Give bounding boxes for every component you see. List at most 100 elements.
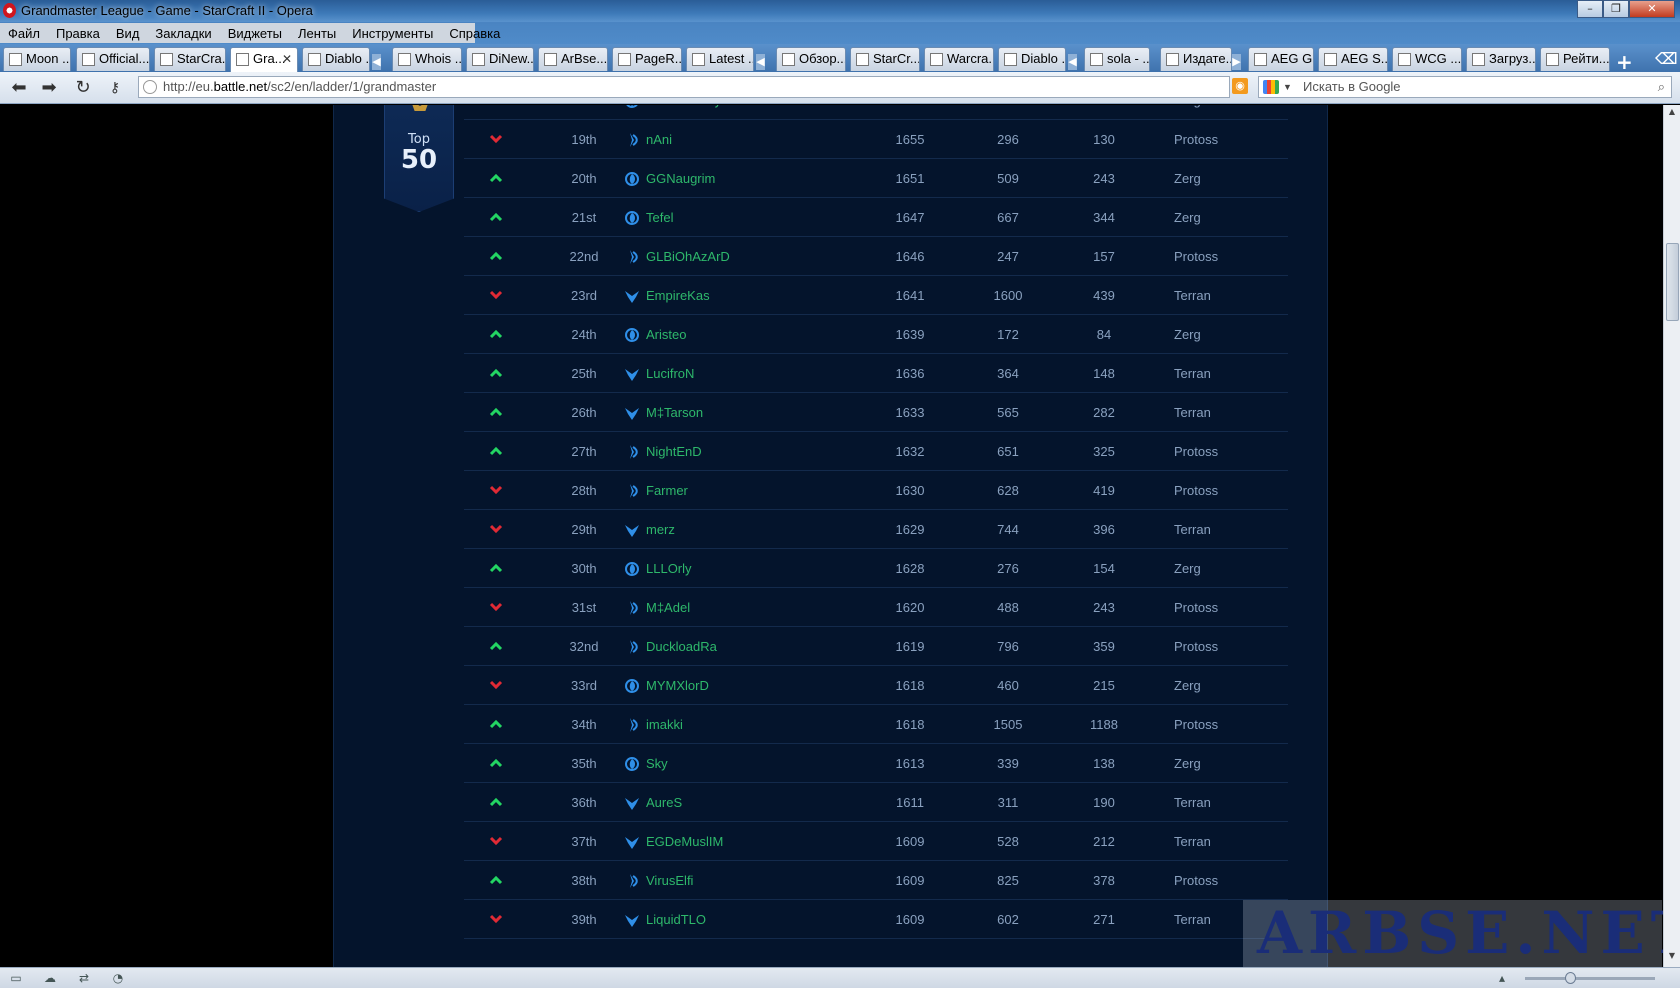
rank: 20th xyxy=(571,171,597,186)
speed-dial-icon[interactable]: ◔ xyxy=(110,971,126,985)
scroll-up-icon[interactable]: ▲ xyxy=(1666,107,1678,121)
tab[interactable]: StarCra... xyxy=(154,47,226,71)
player-name-link[interactable]: Farmer xyxy=(646,471,688,510)
page-icon xyxy=(160,53,173,66)
maximize-button[interactable]: ❐ xyxy=(1603,0,1629,18)
player-name-link[interactable]: Sky xyxy=(646,744,668,783)
tab[interactable]: Moon ... xyxy=(3,47,71,71)
player-name-link[interactable]: GLBiOhAzArD xyxy=(646,237,730,276)
player-name-link[interactable]: GGNaugrim xyxy=(646,159,715,198)
share-icon[interactable]: ⇄ xyxy=(76,971,92,985)
back-icon[interactable]: ⬅ xyxy=(8,77,30,99)
tab-scroll-left-icon[interactable]: ◀ xyxy=(1068,54,1077,70)
tab[interactable]: Рейти... xyxy=(1540,47,1610,71)
player-name-link[interactable]: EmpireKas xyxy=(646,276,710,315)
player-name-link[interactable]: M‡Tarson xyxy=(646,393,703,432)
player-name-link[interactable]: nAni xyxy=(646,120,672,159)
tab[interactable]: Обзор... xyxy=(776,47,846,71)
tab[interactable]: sola - ... xyxy=(1084,47,1150,71)
tab[interactable]: WCG ... xyxy=(1392,47,1462,71)
player-name-link[interactable]: AureS xyxy=(646,783,682,822)
player-name-link[interactable]: NightEnD xyxy=(646,432,702,471)
tab[interactable]: Official... xyxy=(76,47,150,71)
race: Zerg xyxy=(1174,210,1201,225)
search-input[interactable]: ▼ Искать в Google ⌕ xyxy=(1258,76,1672,98)
reload-icon[interactable]: ↻ xyxy=(72,77,94,99)
player-name-link[interactable]: LiquidTLO xyxy=(646,900,706,939)
player-name-link[interactable]: LucifroN xyxy=(646,354,694,393)
player-name-link[interactable]: imbaLoWeLy xyxy=(646,105,721,120)
panel-toggle-icon[interactable]: ▭ xyxy=(8,971,24,985)
page-icon xyxy=(1546,53,1559,66)
vertical-scrollbar[interactable]: ▲ ▼ xyxy=(1663,105,1680,967)
player-name-link[interactable]: merz xyxy=(646,510,675,549)
menu-edit[interactable]: Правка xyxy=(48,26,108,41)
tab[interactable]: DiNew... xyxy=(466,47,534,71)
losses: 84 xyxy=(1096,327,1112,342)
search-icon[interactable]: ⌕ xyxy=(1658,77,1665,97)
race: Protoss xyxy=(1174,639,1219,654)
tab[interactable]: PageR... xyxy=(612,47,682,71)
address-bar: ⬅ ➡ ↻ ⚷ http://eu.battle.net/sc2/en/ladd… xyxy=(0,72,1680,104)
tab-label: Whois ... xyxy=(415,51,462,66)
tab[interactable]: Latest ... xyxy=(686,47,754,71)
terran-icon xyxy=(624,822,640,850)
player-name-link[interactable]: MYMXlorD xyxy=(646,666,709,705)
close-button[interactable]: ✕ xyxy=(1629,0,1675,18)
player-name-link[interactable]: EGDeMuslIM xyxy=(646,822,723,861)
rss-feed-icon[interactable]: ◉ xyxy=(1232,78,1248,94)
tab[interactable]: ArBse.... xyxy=(538,47,608,71)
player-name-link[interactable]: Aristeo xyxy=(646,315,686,354)
tab-active[interactable]: Gra... ✕ xyxy=(230,47,298,72)
tab[interactable]: StarCr... xyxy=(850,47,920,71)
unite-icon[interactable]: ☁ xyxy=(42,971,58,985)
losses: 1188 xyxy=(1090,717,1118,732)
tab[interactable]: AEG S... xyxy=(1318,47,1388,71)
player-name-link[interactable]: Tefel xyxy=(646,198,673,237)
tab[interactable]: Warcra... xyxy=(924,47,994,71)
player-name-link[interactable]: DuckloadRa xyxy=(646,627,717,666)
title-bar: Grandmaster League - Game - StarCraft II… xyxy=(0,0,1680,22)
player-name-link[interactable]: imakki xyxy=(646,705,683,744)
arrow-up-icon xyxy=(489,861,505,885)
tab[interactable]: Загруз... xyxy=(1466,47,1536,71)
tab[interactable]: Diablo ... xyxy=(302,47,370,71)
tab-scroll-left-icon[interactable]: ◀ xyxy=(372,54,381,70)
close-tab-icon[interactable]: ✕ xyxy=(282,48,292,70)
new-tab-icon[interactable]: + xyxy=(1616,50,1633,74)
scroll-thumb[interactable] xyxy=(1666,243,1679,321)
minimize-button[interactable]: – xyxy=(1577,0,1603,18)
menu-tools[interactable]: Инструменты xyxy=(344,26,441,41)
trash-icon[interactable]: ⌫ xyxy=(1655,49,1678,68)
url-path: /sc2/en/ladder/1/grandmaster xyxy=(267,79,437,94)
losses: 419 xyxy=(1093,483,1115,498)
google-icon[interactable] xyxy=(1263,80,1279,94)
tab[interactable]: Diablo ... xyxy=(998,47,1066,71)
player-name-link[interactable]: M‡Adel xyxy=(646,588,690,627)
menu-view[interactable]: Вид xyxy=(108,26,148,41)
view-menu-icon[interactable]: ▴ xyxy=(1494,971,1510,985)
player-name-link[interactable]: VirusElfi xyxy=(646,861,693,900)
menu-help[interactable]: Справка xyxy=(441,26,508,41)
terran-icon xyxy=(624,510,640,538)
tab[interactable]: AEG Gi... xyxy=(1248,47,1314,71)
address-field[interactable]: http://eu.battle.net/sc2/en/ladder/1/gra… xyxy=(138,76,1230,98)
tab-scroll-left-icon[interactable]: ◀ xyxy=(756,54,765,70)
menu-list: Файл Правка Вид Закладки Виджеты Ленты И… xyxy=(0,23,500,43)
tab[interactable]: Whois ... xyxy=(392,47,462,71)
tab-label: Издате... xyxy=(1183,51,1232,66)
zoom-knob[interactable] xyxy=(1565,972,1576,984)
menu-feeds[interactable]: Ленты xyxy=(290,26,344,41)
wand-icon[interactable]: ⚷ xyxy=(104,77,126,99)
zoom-slider[interactable] xyxy=(1525,972,1655,984)
chevron-down-icon[interactable]: ▼ xyxy=(1283,77,1292,97)
menu-widgets[interactable]: Виджеты xyxy=(220,26,290,41)
rank: 38th xyxy=(571,873,597,888)
menu-file[interactable]: Файл xyxy=(0,26,48,41)
scroll-down-icon[interactable]: ▼ xyxy=(1666,951,1678,965)
tab[interactable]: Издате... xyxy=(1160,47,1232,71)
player-name-link[interactable]: LLLOrly xyxy=(646,549,692,588)
forward-icon[interactable]: ➡ xyxy=(38,77,60,99)
tab-scroll-right-icon[interactable]: ▶ xyxy=(1232,54,1241,70)
menu-bookmarks[interactable]: Закладки xyxy=(147,26,219,41)
